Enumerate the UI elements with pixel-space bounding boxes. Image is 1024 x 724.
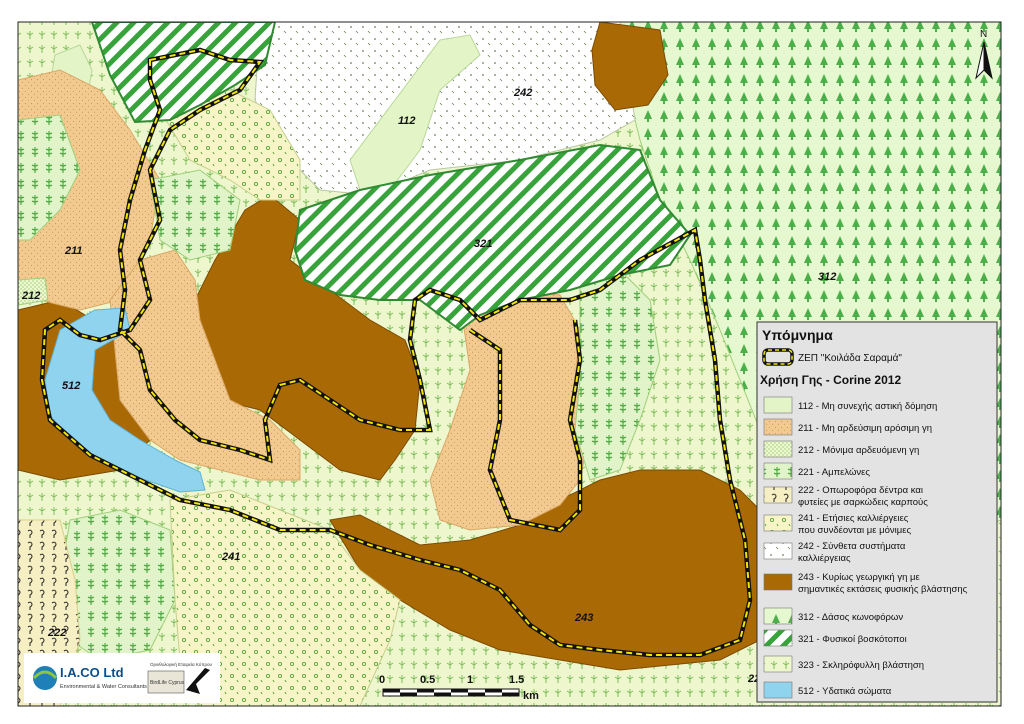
legend-swatch-arable	[763, 418, 793, 436]
legend-item-label: σημαντικές εκτάσεις φυσικής βλάστησης	[798, 584, 968, 595]
legend-item-label: 222 - Οπωροφόρα δέντρα και	[798, 485, 923, 496]
legend-swatch-agri_natural	[763, 573, 793, 591]
label-241: 241	[221, 551, 240, 563]
logo-panel: I.A.CO Ltd Environmental & Water Consult…	[24, 653, 220, 703]
legend-swatch-vine	[763, 462, 793, 480]
scale-tick-1: 1	[467, 674, 473, 686]
legend-swatch-annual	[763, 514, 793, 532]
legend-item-label: 512 - Υδατικά σώματα	[798, 686, 892, 697]
label-243: 243	[574, 612, 593, 624]
land-use-map: 112 242 211 212 321 312 512 241 243 222 …	[17, 21, 1002, 707]
label-242: 242	[513, 87, 532, 99]
legend-item-label: καλλιέργειας	[798, 553, 851, 564]
legend-item-label: 243 - Κυρίως γεωργική γη με	[798, 572, 920, 583]
legend-swatch-complex	[763, 542, 793, 560]
legend-swatch-fruit	[763, 486, 793, 504]
legend-item-label: 321 - Φυσικοί βοσκότοποι	[798, 634, 907, 645]
label-222: 222	[47, 627, 66, 639]
legend-item-label: 212 - Μόνιμα αρδευόμενη γη	[798, 445, 919, 456]
legend-swatch-conifer	[763, 607, 793, 625]
legend: Υπόμνημα ΖΕΠ "Κοιλάδα Σαραμά" Χρήση Γης …	[756, 321, 998, 703]
scale-tick-15: 1.5	[509, 674, 524, 686]
legend-item-label: 312 - Δάσος κωνοφόρων	[798, 612, 903, 623]
legend-title: Υπόμνημα	[762, 327, 833, 343]
label-312: 312	[818, 271, 836, 283]
legend-item-label: 112 - Μη συνεχής αστική δόμηση	[798, 401, 937, 412]
legend-section-title: Χρήση Γης - Corine 2012	[760, 373, 901, 387]
iaco-company-subtitle: Environmental & Water Consultants	[60, 684, 147, 690]
legend-swatch-irrigated	[763, 440, 793, 458]
legend-item-label: 221 - Αμπελώνες	[798, 467, 870, 478]
legend-item-label: 211 - Μη αρδεύσιμη αρόσιμη γη	[798, 423, 932, 434]
label-212: 212	[21, 290, 40, 302]
legend-item-label: 242 - Σύνθετα συστήματα	[798, 541, 906, 552]
scale-tick-0: 0	[379, 674, 385, 686]
legend-item-label: 323 - Σκληρόφυλλη βλάστηση	[798, 660, 924, 671]
legend-item-label: φυτείες με σαρκώδεις καρπούς	[798, 497, 928, 508]
scale-tick-05: 0.5	[420, 674, 435, 686]
birdlife-top-text: Ορνιθολογική Εταιρεία Κύπρου	[150, 661, 213, 667]
legend-swatch-pasture	[763, 629, 793, 647]
label-321: 321	[474, 238, 492, 250]
birdlife-name: BirdLife Cyprus	[150, 680, 185, 686]
legend-boundary-label: ΖΕΠ "Κοιλάδα Σαραμά"	[798, 352, 902, 364]
legend-swatch-sclero	[763, 655, 793, 673]
label-512: 512	[62, 380, 80, 392]
north-label: N	[980, 29, 987, 40]
legend-item-label: που συνδέονται με μόνιμες	[798, 525, 911, 536]
legend-item-label: 241 - Ετήσιες καλλιέργειες	[798, 513, 909, 524]
label-211: 211	[64, 245, 83, 257]
legend-swatch-urban	[763, 396, 793, 414]
iaco-company-name: I.A.CO Ltd	[60, 665, 124, 680]
legend-swatch-water	[763, 681, 793, 699]
scale-unit: km	[523, 690, 539, 702]
label-112: 112	[398, 115, 416, 127]
